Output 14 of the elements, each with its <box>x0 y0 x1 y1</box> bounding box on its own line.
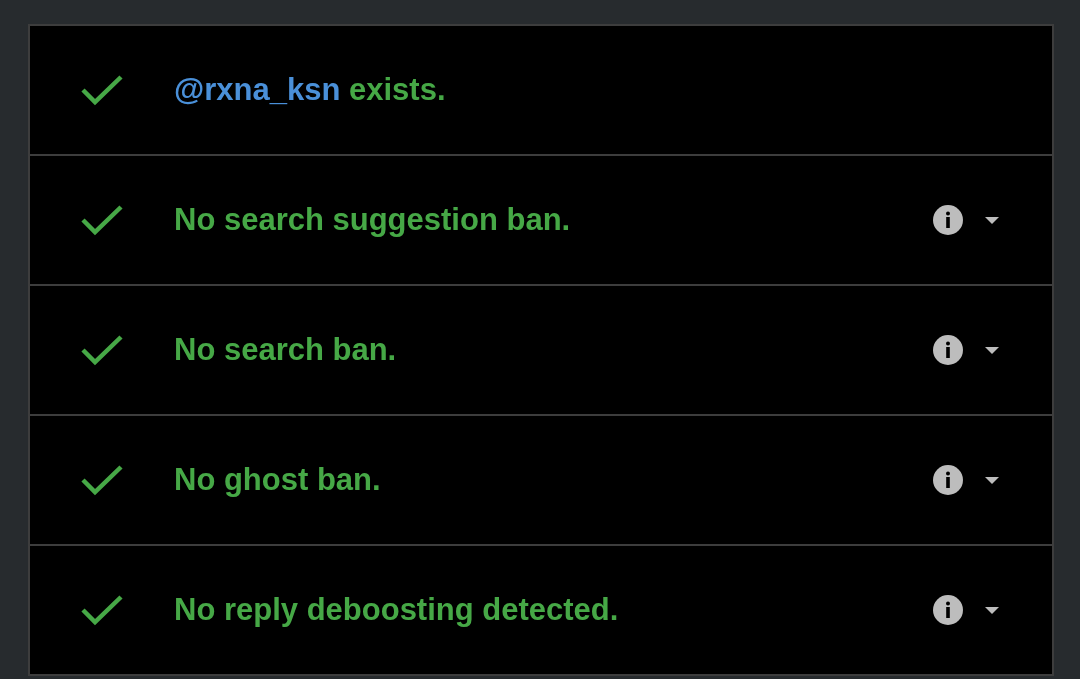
caret-icon <box>985 606 999 614</box>
check-result-text: No ghost ban. <box>174 462 381 498</box>
info-icon[interactable] <box>933 595 963 625</box>
check-result-text: No reply deboosting detected. <box>174 592 619 628</box>
caret-icon <box>985 346 999 354</box>
info-icon[interactable] <box>933 205 963 235</box>
caret-icon <box>985 216 999 224</box>
caret-icon <box>985 476 999 484</box>
info-icon[interactable] <box>933 335 963 365</box>
check-result-text: No search ban. <box>174 332 397 368</box>
check-result-text: No search suggestion ban. <box>174 202 571 238</box>
handle-link[interactable]: @rxna_ksn <box>174 72 341 107</box>
info-icon[interactable] <box>933 465 963 495</box>
account-status-text: @rxna_ksn exists. <box>174 72 446 108</box>
